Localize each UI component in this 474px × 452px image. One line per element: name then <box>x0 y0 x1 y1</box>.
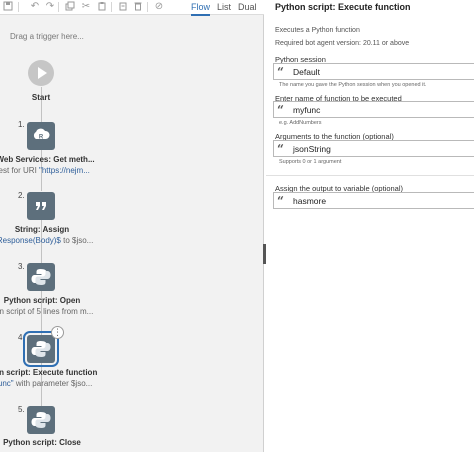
agent-version-note: Required bot agent version: 20.11 or abo… <box>275 40 410 47</box>
paste-icon[interactable] <box>96 1 108 13</box>
step-subtitle: non script of 5 lines from m... <box>0 307 94 316</box>
step-title: T Web Services: Get meth... <box>0 155 95 164</box>
variable-type-icon: “ <box>277 194 284 208</box>
output-variable-input[interactable]: “ hasmore <box>273 192 474 209</box>
python-session-value: Default <box>293 67 320 77</box>
output-variable-value: hasmore <box>293 196 327 206</box>
step-subtitle: uest for URI "https://nejm... <box>0 166 124 175</box>
step-title: Python script: Open <box>3 296 81 305</box>
string-type-icon: “ <box>277 65 284 79</box>
python-icon[interactable] <box>23 331 59 367</box>
more-options-button[interactable]: ⋮ <box>51 326 64 339</box>
step-subtitle-text: to $jso... <box>60 236 94 245</box>
function-arguments-value: jsonString <box>293 144 331 154</box>
function-name-help: e.g. AddNumbers <box>279 120 322 126</box>
step-subtitle: yfunc" with parameter $jso... <box>0 379 124 388</box>
step-number: 5. <box>18 405 25 414</box>
function-arguments-input[interactable]: “ jsonString <box>273 140 474 157</box>
flow-canvas[interactable]: Drag a trigger here... Start 1. R T Web … <box>0 15 264 452</box>
start-label: Start <box>31 93 51 102</box>
svg-text:R: R <box>39 135 44 141</box>
toolbar: ↶ ↷ ✂ ⊘ Flow List Dual <box>0 0 264 16</box>
step-number: 2. <box>18 191 25 200</box>
python-icon[interactable] <box>27 263 55 291</box>
python-session-help: The name you gave the Python session whe… <box>279 82 427 88</box>
disable-icon[interactable]: ⊘ <box>153 1 165 13</box>
save-icon[interactable] <box>2 1 14 13</box>
python-session-input[interactable]: “ Default <box>273 63 474 80</box>
step-subtitle-text: with parameter $jso... <box>13 379 93 388</box>
flow-editor-panel: ↶ ↷ ✂ ⊘ Flow List Dual Drag a trigger he… <box>0 0 264 452</box>
string-type-icon: “ <box>277 142 284 156</box>
step-subtitle-value: yfunc" <box>0 379 14 388</box>
redo-icon[interactable]: ↷ <box>44 1 56 13</box>
quote-icon[interactable] <box>27 192 55 220</box>
delete-icon[interactable] <box>132 1 144 13</box>
function-name-value: myfunc <box>293 105 321 115</box>
undo-icon[interactable]: ↶ <box>29 1 41 13</box>
copy-icon[interactable] <box>64 1 76 13</box>
step-number: 1. <box>18 120 25 129</box>
step-subtitle: stResponse(Body)$ to $jso... <box>0 236 124 245</box>
string-type-icon: “ <box>277 103 284 117</box>
properties-panel: Python script: Execute function Executes… <box>266 0 474 452</box>
python-icon[interactable] <box>27 406 55 434</box>
clipboard-icon[interactable] <box>117 1 129 13</box>
function-arguments-help: Supports 0 or 1 argument <box>279 159 342 165</box>
step-title: Python script: Close <box>3 438 81 447</box>
trigger-drop-zone[interactable]: Drag a trigger here... <box>10 32 84 41</box>
action-description: Executes a Python function <box>275 27 360 34</box>
section-divider <box>266 175 474 176</box>
function-name-input[interactable]: “ myfunc <box>273 101 474 118</box>
toolbar-divider <box>58 2 59 12</box>
rest-icon[interactable]: R <box>27 122 55 150</box>
toolbar-divider <box>18 2 19 12</box>
step-number: 3. <box>18 262 25 271</box>
panel-title: Python script: Execute function <box>275 2 411 12</box>
cut-icon[interactable]: ✂ <box>80 1 92 13</box>
step-title: String: Assign <box>14 225 70 234</box>
tab-flow[interactable]: Flow <box>191 2 211 16</box>
toolbar-divider <box>111 2 112 12</box>
tab-list[interactable]: List <box>217 2 231 13</box>
toolbar-divider <box>147 2 148 12</box>
step-subtitle-text: uest for URI <box>0 166 37 175</box>
tab-dual[interactable]: Dual <box>238 2 257 13</box>
step-subtitle-value: stResponse(Body)$ <box>0 236 61 245</box>
step-subtitle-value: "https://nejm... <box>39 166 90 175</box>
start-node-icon[interactable] <box>28 60 54 86</box>
step-title: thon script: Execute function <box>0 368 98 377</box>
step-number: 4. <box>18 333 25 342</box>
